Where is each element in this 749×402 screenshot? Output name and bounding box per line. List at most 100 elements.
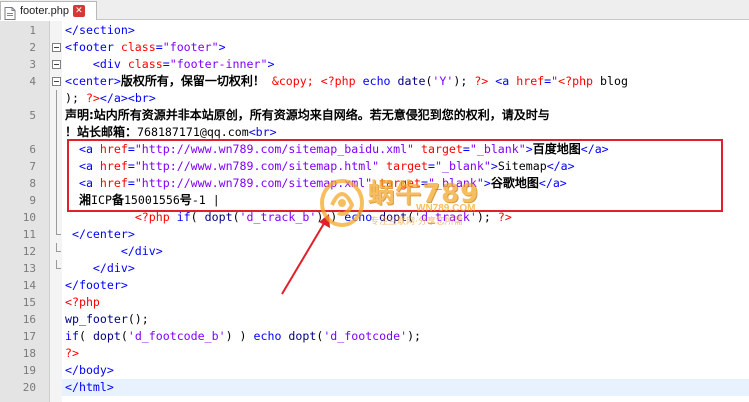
code-line[interactable]: if( dopt('d_footcode_b') ) echo dopt('d_… bbox=[65, 328, 421, 345]
fold-guide bbox=[52, 158, 61, 175]
line-number: 5 bbox=[29, 109, 36, 122]
line-number: 14 bbox=[22, 279, 36, 292]
code-line[interactable]: </div> bbox=[65, 260, 135, 277]
line-number-gutter: 1 2 3 4 5 6 7 8 9 10 11 12 13 14 15 16 17 18 19 20 bbox=[0, 21, 50, 402]
code-token: ?> bbox=[65, 346, 79, 360]
code-token: blog bbox=[593, 74, 628, 88]
line-number: 13 bbox=[22, 262, 36, 275]
watermark-slogan: 专注互联网·分享您所需 bbox=[370, 217, 463, 227]
code-line[interactable]: </center> bbox=[65, 226, 135, 243]
line-number: 16 bbox=[22, 313, 36, 326]
tab-footer-php[interactable]: footer.php ✕ bbox=[0, 1, 97, 20]
fold-end-marker bbox=[52, 226, 61, 243]
line-number: 12 bbox=[22, 245, 36, 258]
code-line[interactable]: <?php bbox=[65, 294, 100, 311]
line-number: 15 bbox=[22, 296, 36, 309]
code-token: echo bbox=[362, 74, 391, 88]
code-token: ); bbox=[65, 91, 86, 105]
fold-guide bbox=[52, 107, 61, 124]
code-line[interactable]: 声明:站内所有资源并非本站原创，所有资源均来自网络。若无意侵犯到您的权利，请及时… bbox=[65, 107, 550, 124]
code-line[interactable]: wp_footer(); bbox=[65, 311, 149, 328]
line-number: 3 bbox=[29, 58, 36, 71]
line-number: 17 bbox=[22, 330, 36, 343]
fold-toggle-icon[interactable] bbox=[52, 39, 61, 56]
code-token: <?php bbox=[65, 295, 100, 309]
code-token: <br> bbox=[248, 125, 277, 139]
fold-guide bbox=[52, 90, 61, 107]
tab-label: footer.php bbox=[20, 5, 69, 17]
code-token: </div> bbox=[92, 261, 135, 275]
fold-toggle-icon[interactable] bbox=[52, 73, 61, 90]
code-token: "footer-inner" bbox=[169, 57, 268, 71]
code-token: </div> bbox=[120, 244, 163, 258]
code-token: <?php bbox=[558, 74, 594, 88]
code-token: ?> bbox=[85, 91, 100, 105]
code-line[interactable]: ?> bbox=[65, 345, 79, 362]
code-token: </body> bbox=[65, 363, 114, 377]
code-token: = bbox=[155, 40, 163, 54]
tab-bar: footer.php ✕ bbox=[0, 0, 749, 20]
code-token: ！站长邮箱： bbox=[65, 125, 138, 139]
code-token: ( bbox=[78, 329, 93, 343]
code-token: ( bbox=[190, 210, 205, 224]
watermark-url: WN789.COM bbox=[416, 203, 476, 214]
code-token: 768187171@qq.com bbox=[137, 125, 249, 139]
line-number bbox=[0, 90, 36, 107]
code-line[interactable]: <footer class="footer"> bbox=[65, 39, 226, 56]
code-token: href bbox=[516, 74, 545, 88]
code-line[interactable]: </html> bbox=[62, 379, 749, 396]
code-token: class bbox=[120, 40, 156, 54]
code-line[interactable]: </section> bbox=[65, 22, 135, 39]
code-token: <?php bbox=[134, 210, 170, 224]
code-token: 声明:站内所有资源并非本站原创，所有资源均来自网络。若无意侵犯到您的权利，请及时… bbox=[65, 108, 550, 122]
snail-logo-icon bbox=[320, 179, 364, 227]
code-token: if bbox=[176, 210, 191, 224]
line-number: 6 bbox=[29, 143, 36, 156]
code-token: </center> bbox=[71, 227, 135, 241]
code-token: 版权所有，保留一切权利！ bbox=[120, 74, 265, 88]
code-token: <?php bbox=[320, 74, 356, 88]
line-number: 18 bbox=[22, 347, 36, 360]
code-line[interactable]: </body> bbox=[65, 362, 114, 379]
line-number: 1 bbox=[29, 24, 36, 37]
line-number bbox=[0, 124, 36, 141]
code-token: ( bbox=[232, 210, 240, 224]
code-line[interactable]: ); ?></a><br> bbox=[65, 90, 156, 107]
code-token: = bbox=[162, 57, 170, 71]
close-icon[interactable]: ✕ bbox=[72, 5, 85, 17]
code-token: </section> bbox=[65, 23, 135, 37]
code-token: </footer> bbox=[65, 278, 128, 292]
code-token: </html> bbox=[65, 380, 114, 394]
line-number: 20 bbox=[22, 381, 36, 394]
php-file-icon bbox=[4, 5, 16, 20]
code-token: <div bbox=[92, 57, 128, 71]
fold-end-marker bbox=[52, 260, 61, 277]
code-token: (); bbox=[127, 312, 149, 326]
code-token: echo bbox=[253, 329, 282, 343]
code-token: ?> bbox=[474, 74, 489, 88]
code-token: dopt bbox=[288, 329, 317, 343]
code-token: class bbox=[127, 57, 163, 71]
code-token: ( bbox=[120, 329, 128, 343]
line-number: 2 bbox=[29, 41, 36, 54]
code-token: <center> bbox=[65, 74, 121, 88]
watermark: 蜗牛789 WN789.COM 专注互联网·分享您所需 bbox=[318, 173, 493, 231]
code-token: ); bbox=[407, 329, 422, 343]
fold-guide bbox=[52, 141, 61, 158]
code-token: if bbox=[65, 329, 79, 343]
line-number: 11 bbox=[22, 228, 36, 241]
code-line[interactable]: </footer> bbox=[65, 277, 128, 294]
fold-toggle-icon[interactable] bbox=[52, 56, 61, 73]
code-line[interactable]: <center>版权所有，保留一切权利！ &copy; <?php echo d… bbox=[65, 73, 628, 90]
code-token: dopt bbox=[92, 329, 121, 343]
code-line[interactable]: </div> bbox=[65, 243, 163, 260]
code-line[interactable]: <div class="footer-inner"> bbox=[65, 56, 275, 73]
